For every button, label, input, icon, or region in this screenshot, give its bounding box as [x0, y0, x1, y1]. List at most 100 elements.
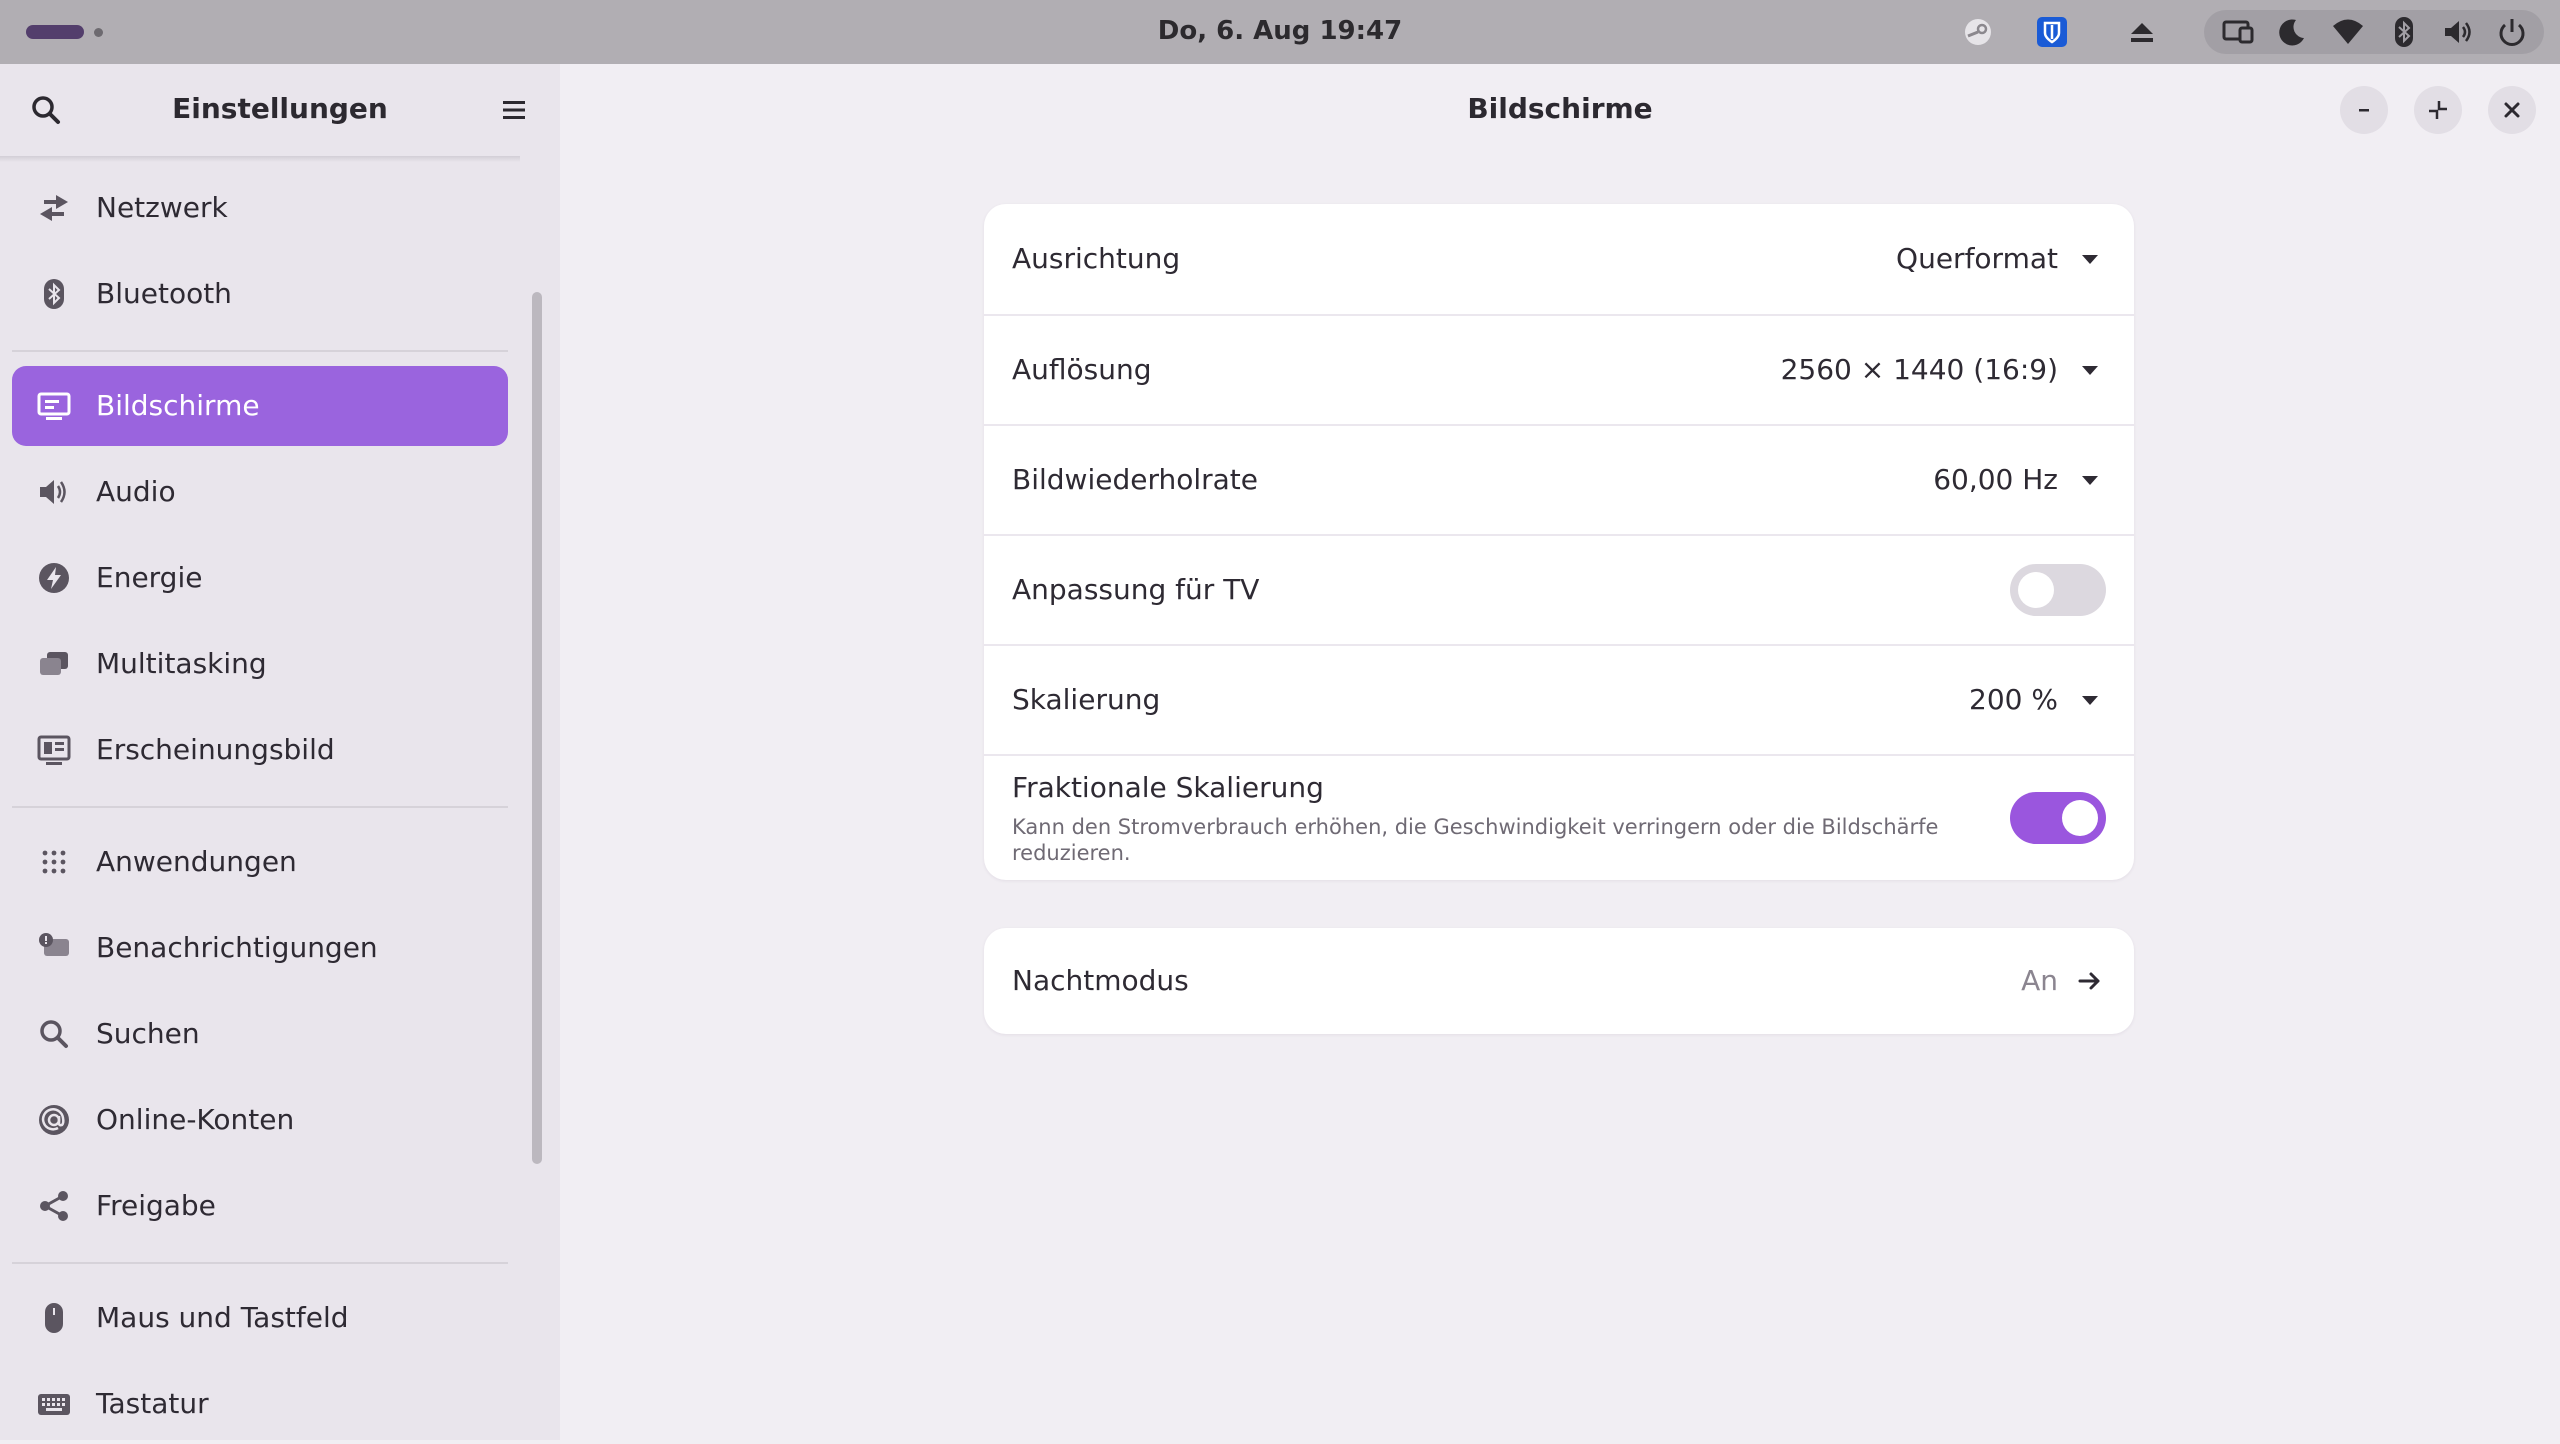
sidebar-item-energie[interactable]: Energie — [12, 538, 508, 618]
sidebar-header: Einstellungen — [0, 64, 560, 156]
share-icon — [36, 1188, 72, 1224]
chevron-down-icon — [2076, 686, 2104, 714]
wifi-icon — [2330, 14, 2366, 50]
restore-button[interactable] — [2414, 86, 2462, 134]
search-icon[interactable] — [28, 92, 64, 128]
sidebar-item-benachrichtigungen[interactable]: Benachrichtigungen — [12, 908, 508, 988]
sidebar-item-label: Benachrichtigungen — [96, 931, 378, 964]
volume-icon — [2440, 14, 2476, 50]
sidebar-item-maus-und-tastfeld[interactable]: Maus und Tastfeld — [12, 1278, 508, 1358]
sidebar-item-label: Audio — [96, 475, 176, 508]
sidebar-item-multitasking[interactable]: Multitasking — [12, 624, 508, 704]
workspace-dot[interactable] — [94, 28, 103, 37]
sidebar-item-bildschirme[interactable]: Bildschirme — [12, 366, 508, 446]
scaling-row[interactable]: Skalierung 200 % — [984, 644, 2134, 754]
top-bar: Do, 6. Aug 19:47 — [0, 0, 2560, 64]
night-mode-row[interactable]: Nachtmodus An — [984, 928, 2134, 1034]
refresh-rate-value: 60,00 Hz — [1933, 463, 2058, 496]
chevron-down-icon — [2076, 356, 2104, 384]
chevron-down-icon — [2076, 466, 2104, 494]
night-mode-label: Nachtmodus — [1012, 964, 1189, 997]
sidebar-item-label: Bildschirme — [96, 389, 260, 422]
clock[interactable]: Do, 6. Aug 19:47 — [1080, 0, 1480, 64]
bitwarden-icon[interactable] — [2034, 14, 2070, 50]
tv-adjustment-label: Anpassung für TV — [1012, 573, 1260, 606]
search-icon — [36, 1016, 72, 1052]
mouse-icon — [36, 1300, 72, 1336]
sidebar-item-label: Multitasking — [96, 647, 267, 680]
bluetooth-icon — [36, 276, 72, 312]
refresh-rate-row[interactable]: Bildwiederholrate 60,00 Hz — [984, 424, 2134, 534]
sidebar-separator — [12, 350, 508, 352]
resolution-row[interactable]: Auflösung 2560 × 1440 (16:9) — [984, 314, 2134, 424]
sidebar-item-label: Online-Konten — [96, 1103, 295, 1136]
sidebar-item-label: Bluetooth — [96, 277, 232, 310]
close-button[interactable] — [2488, 86, 2536, 134]
sidebar-header-shadow — [0, 156, 520, 162]
steam-icon[interactable] — [1960, 14, 1996, 50]
sidebar-item-suchen[interactable]: Suchen — [12, 994, 508, 1074]
sidebar-item-erscheinungsbild[interactable]: Erscheinungsbild — [12, 710, 508, 790]
sidebar-scrollbar[interactable] — [532, 292, 542, 1164]
toggle-knob — [2062, 800, 2098, 836]
sidebar-item-freigabe[interactable]: Freigabe — [12, 1166, 508, 1246]
eject-icon[interactable] — [2124, 14, 2160, 50]
tv-adjustment-toggle[interactable] — [2010, 564, 2106, 616]
apps-grid-icon — [36, 844, 72, 880]
fractional-scaling-row: Fraktionale Skalierung Kann den Stromver… — [984, 754, 2134, 880]
sidebar-separator — [12, 806, 508, 808]
arrow-right-icon — [2076, 967, 2104, 995]
fractional-scaling-description: Kann den Stromverbrauch erhöhen, die Ges… — [1012, 815, 1939, 865]
display-settings-card: Ausrichtung Querformat Auflösung 2560 × … — [984, 204, 2134, 880]
night-mode-card: Nachtmodus An — [984, 928, 2134, 1034]
night-light-icon — [2274, 14, 2310, 50]
restore-icon — [2429, 101, 2447, 119]
sidebar-list: Netzwerk Bluetooth Bildschirme Audio Ene… — [0, 168, 520, 1440]
power-icon — [2494, 14, 2530, 50]
sidebar-item-tastatur[interactable]: Tastatur — [12, 1364, 508, 1444]
sidebar-item-online-konten[interactable]: Online-Konten — [12, 1080, 508, 1160]
speaker-icon — [36, 474, 72, 510]
orientation-label: Ausrichtung — [1012, 242, 1181, 275]
appearance-icon — [36, 732, 72, 768]
active-workspace-pill[interactable] — [26, 25, 84, 39]
keyboard-icon — [36, 1386, 72, 1422]
resolution-label: Auflösung — [1012, 353, 1152, 386]
page-title: Bildschirme — [1467, 92, 1653, 125]
sidebar-item-label: Maus und Tastfeld — [96, 1301, 349, 1334]
sidebar: Einstellungen Netzwerk Bluetooth Bildsch… — [0, 64, 560, 1440]
scaling-label: Skalierung — [1012, 683, 1161, 716]
hamburger-menu-icon[interactable] — [496, 92, 532, 128]
orientation-value: Querformat — [1896, 242, 2058, 275]
sidebar-item-netzwerk[interactable]: Netzwerk — [12, 168, 508, 248]
minimize-button[interactable] — [2340, 86, 2388, 134]
workspace-indicator[interactable] — [26, 25, 116, 39]
system-status-menu[interactable] — [2204, 10, 2544, 54]
screen-share-icon — [2220, 14, 2256, 50]
online-accounts-icon — [36, 1102, 72, 1138]
toggle-knob — [2018, 572, 2054, 608]
sidebar-separator — [12, 1262, 508, 1264]
notifications-icon — [36, 930, 72, 966]
resolution-value: 2560 × 1440 (16:9) — [1780, 353, 2058, 386]
sidebar-item-label: Freigabe — [96, 1189, 216, 1222]
close-icon — [2504, 102, 2520, 118]
sidebar-item-label: Netzwerk — [96, 191, 228, 224]
sidebar-item-label: Suchen — [96, 1017, 200, 1050]
chevron-down-icon — [2076, 245, 2104, 273]
fractional-scaling-toggle[interactable] — [2010, 792, 2106, 844]
multitasking-icon — [36, 646, 72, 682]
sidebar-item-anwendungen[interactable]: Anwendungen — [12, 822, 508, 902]
refresh-rate-label: Bildwiederholrate — [1012, 463, 1258, 496]
orientation-row[interactable]: Ausrichtung Querformat — [984, 204, 2134, 314]
night-mode-value: An — [2021, 964, 2058, 997]
sidebar-item-label: Tastatur — [96, 1387, 209, 1420]
sidebar-item-label: Energie — [96, 561, 203, 594]
display-icon — [36, 388, 72, 424]
sidebar-item-bluetooth[interactable]: Bluetooth — [12, 254, 508, 334]
bluetooth-icon — [2386, 14, 2422, 50]
fractional-scaling-label: Fraktionale Skalierung — [1012, 771, 1324, 804]
sidebar-item-label: Erscheinungsbild — [96, 733, 335, 766]
sidebar-item-audio[interactable]: Audio — [12, 452, 508, 532]
minimize-icon — [2359, 109, 2369, 112]
